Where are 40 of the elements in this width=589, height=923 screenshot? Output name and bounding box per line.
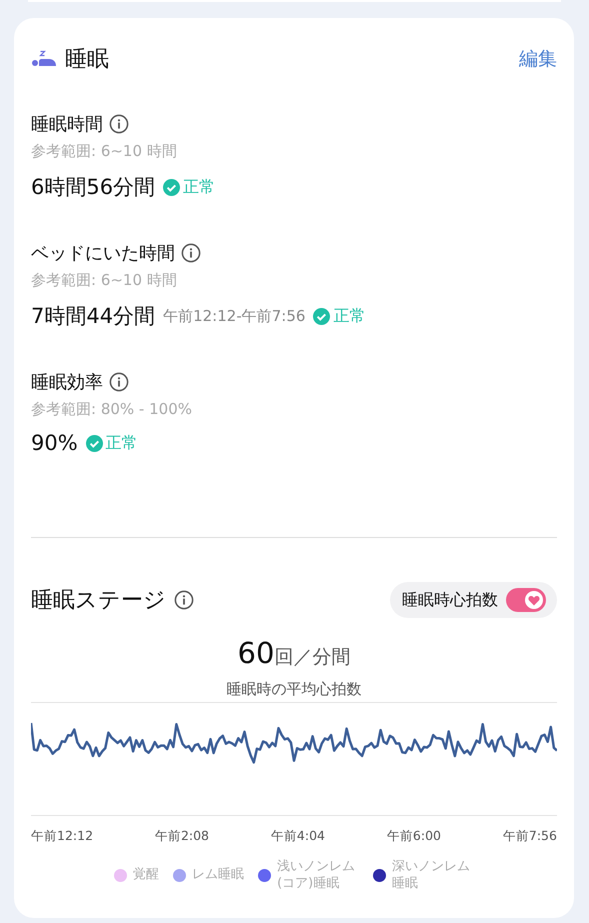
legend-label: レム睡眠 [192,867,244,884]
status-label: 正常 [333,306,366,326]
section-title: 睡眠ステージ [31,587,166,615]
reference-range: 参考範囲: 6~10 時間 [31,271,178,290]
reference-range: 参考範囲: 6~10 時間 [31,142,178,161]
edit-link[interactable]: 編集 [519,46,557,72]
heart-rate-toggle[interactable]: 睡眠時心拍数 [390,582,557,618]
check-icon [313,308,330,324]
legend-label: 浅いノンレム(コア)睡眠 [277,859,356,893]
info-icon [109,372,129,392]
heart-rate-unit: 回／分間 [274,645,350,670]
axis-label: 午前6:00 [386,828,441,845]
info-icon [174,590,194,610]
legend-label: 深いノンレム睡眠 [392,859,471,893]
status-label: 正常 [106,432,138,454]
axis-label: 午前4:04 [270,828,325,845]
reference-range: 参考範囲: 80% - 100% [31,400,193,419]
metric-label: 睡眠時間 [31,113,103,136]
check-icon [86,434,103,452]
status-label: 正常 [183,176,216,198]
check-icon [163,178,180,196]
metric-value: 90% [31,431,78,455]
axis-label: 午前12:12 [31,828,94,845]
chart-caption: 睡眠時の平均心拍数 [31,680,557,703]
metric-value: 6時間56分間 [31,174,156,201]
axis-label: 午前2:08 [154,828,210,845]
axis-label: 午前7:56 [502,828,557,845]
metric-label: ベッドにいた時間 [31,242,175,265]
sleeping-person-icon [31,49,57,69]
toggle-switch[interactable] [506,588,546,612]
time-range: 午前12:12-午前7:56 [163,306,306,326]
metric-value: 7時間44分間 [31,303,156,330]
heart-rate-value: 60 [238,636,274,670]
metric-label: 睡眠効率 [31,371,103,394]
info-icon [109,114,129,134]
toggle-label: 睡眠時心拍数 [402,590,498,610]
heart-icon [528,594,540,606]
card-title: 睡眠 [65,46,109,74]
legend-label: 覚醒 [133,867,160,884]
info-icon [181,243,201,263]
